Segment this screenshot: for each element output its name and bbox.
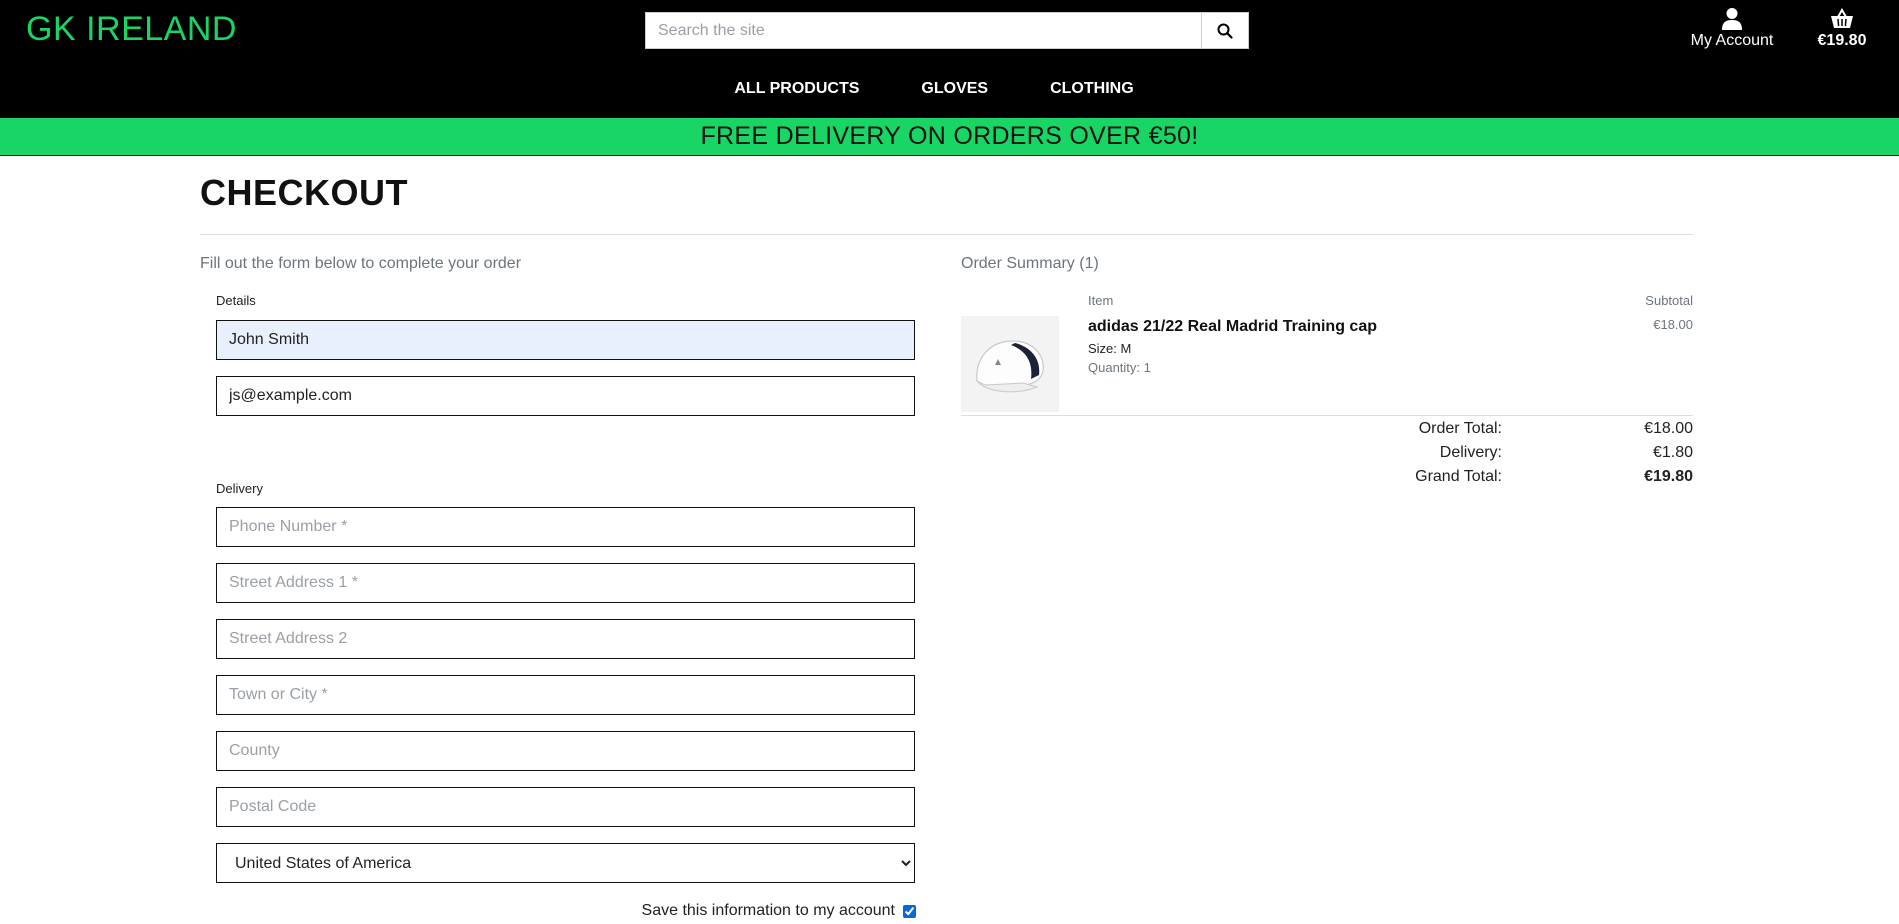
save-info-label: Save this information to my account [641, 902, 895, 919]
country-select[interactable]: United States of America [216, 843, 915, 883]
email-field[interactable] [216, 376, 915, 416]
order-total-value: €18.00 [1644, 420, 1693, 437]
product-image [961, 316, 1059, 412]
item-subtotal: €18.00 [1653, 317, 1693, 332]
street-address-1-field[interactable] [216, 563, 915, 603]
phone-field[interactable] [216, 507, 915, 547]
summary-divider [961, 415, 1693, 416]
search-icon [1217, 23, 1233, 39]
grand-total-value: €19.80 [1644, 468, 1693, 485]
item-size: Size: M [1088, 341, 1132, 356]
title-divider [200, 234, 1693, 235]
shopping-bag-link[interactable]: €19.80 [1808, 6, 1876, 50]
cap-image [976, 340, 1044, 393]
search-form [645, 12, 1249, 49]
item-quantity: Quantity: 1 [1088, 360, 1151, 375]
order-total-label: Order Total: [1418, 420, 1502, 437]
my-account-label: My Account [1690, 32, 1774, 49]
full-name-field[interactable] [216, 320, 915, 360]
user-icon [1722, 8, 1742, 30]
delivery-legend: Delivery [216, 481, 263, 496]
my-account-link[interactable]: My Account [1680, 6, 1784, 50]
delivery-banner: FREE DELIVERY ON ORDERS OVER €50! [0, 118, 1899, 156]
nav-gloves[interactable]: GLOVES [921, 80, 988, 98]
details-legend: Details [216, 293, 256, 308]
street-address-2-field[interactable] [216, 619, 915, 659]
search-button[interactable] [1201, 12, 1249, 49]
order-summary-title: Order Summary (1) [961, 255, 1099, 272]
town-or-city-field[interactable] [216, 675, 915, 715]
county-field[interactable] [216, 731, 915, 771]
main-nav: ALL PRODUCTS GLOVES CLOTHING [0, 80, 1899, 98]
grand-total-label: Grand Total: [1415, 468, 1502, 485]
item-name: adidas 21/22 Real Madrid Training cap [1088, 318, 1377, 335]
page-title: CHECKOUT [200, 172, 408, 213]
nav-all-products[interactable]: ALL PRODUCTS [734, 80, 859, 98]
item-column-header: Item [1088, 293, 1114, 308]
bag-total: €19.80 [1817, 32, 1867, 49]
basket-icon [1831, 7, 1853, 28]
postal-code-field[interactable] [216, 787, 915, 827]
brand-logo[interactable]: GK IRELAND [26, 10, 237, 49]
checkout-intro: Fill out the form below to complete your… [200, 255, 522, 272]
delivery-value: €1.80 [1652, 444, 1693, 461]
save-info-checkbox[interactable] [903, 904, 916, 918]
nav-clothing[interactable]: CLOTHING [1050, 80, 1134, 98]
save-info-row[interactable]: Save this information to my account [600, 902, 916, 920]
subtotal-column-header: Subtotal [1645, 293, 1693, 308]
search-input[interactable] [645, 12, 1201, 49]
delivery-label: Delivery: [1439, 444, 1502, 461]
site-header: GK IRELAND My Account €19.80 ALL PRODUCT… [0, 0, 1899, 118]
